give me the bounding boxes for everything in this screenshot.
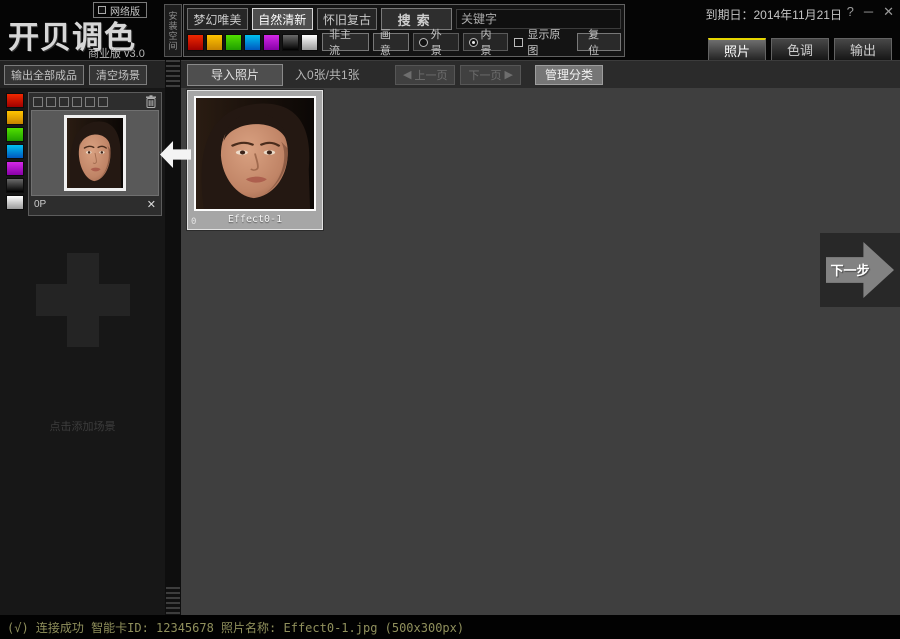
style-filter-panel: 梦幻唯美 自然清新 怀旧复古 搜索 非主流 画意 外景 内景 [183,4,625,57]
color-swatch-red[interactable] [6,93,24,108]
import-photos-button[interactable]: 导入照片 [187,64,283,86]
tag-button-painting[interactable]: 画意 [373,33,409,51]
main-tabs: 照片 色调 输出 [708,38,892,60]
show-original-checkbox[interactable] [514,38,523,47]
scene-card-header [29,93,161,110]
clear-scene-button[interactable]: 清空场景 [89,65,147,85]
photo-index-label: 0 [191,217,196,227]
radio-outdoor[interactable]: 外景 [413,33,459,51]
color-swatch-cyan[interactable] [244,34,261,51]
help-icon[interactable]: ? [847,4,854,20]
radio-indoor-label: 内景 [481,26,503,58]
trash-icon[interactable] [145,95,157,108]
titlebar: 网络版 开贝调色 商业版 v3.0 安装空间 梦幻唯美 自然清新 怀旧复古 搜索… [0,0,900,60]
scene-thumbnail-area[interactable] [31,110,159,196]
add-scene-area[interactable]: 点击添加场景 [0,228,165,458]
radio-outdoor-label: 外景 [431,26,453,58]
status-bar: (√) 连接成功 智能卡ID: 12345678 照片名称: Effect0-1… [0,615,900,639]
splitter-ridge-bottom [166,587,180,615]
scene-checkbox-2[interactable] [46,97,56,107]
color-swatch-black[interactable] [282,34,299,51]
add-scene-hint: 点击添加场景 [0,418,165,434]
prev-arrow-icon: ◀ [403,68,411,81]
color-swatch-orange[interactable] [6,110,24,125]
scene-toolbar: 输出全部成品 清空场景 [0,60,165,88]
photo-count-label: 入0张/共1张 [295,66,390,83]
expiry-date-label: 到期日：2014年11月21日 [705,6,842,23]
style-button-natural[interactable]: 自然清新 [252,8,313,30]
radio-indoor[interactable]: 内景 [463,33,509,51]
scene-checkbox-6[interactable] [98,97,108,107]
manage-categories-button[interactable]: 管理分类 [535,65,603,85]
color-swatch-orange[interactable] [206,34,223,51]
scene-panel: 0P ✕ [28,92,162,216]
color-swatch-black[interactable] [6,178,24,193]
plus-icon [36,253,130,347]
radio-outdoor-circle-icon [419,38,428,47]
tag-button-nonmainstream[interactable]: 非主流 [322,33,369,51]
splitter-ridge-top [166,60,180,88]
prev-page-button[interactable]: ◀ 上一页 [395,65,455,85]
edition-label: 商业版 v3.0 [88,45,145,61]
scene-checkbox-1[interactable] [33,97,43,107]
next-page-label: 下一页 [468,67,501,83]
show-original-toggle[interactable]: 显示原图 [512,33,573,51]
color-swatch-magenta[interactable] [6,161,24,176]
prev-page-label: 上一页 [414,67,447,83]
scene-card[interactable]: 0P ✕ [3,92,162,216]
radio-indoor-circle-icon [469,38,478,47]
color-swatch-white[interactable] [6,195,24,210]
output-all-button[interactable]: 输出全部成品 [4,65,84,85]
scene-checkbox-5[interactable] [85,97,95,107]
scene-thumbnail-photo[interactable] [64,115,126,191]
color-swatch-strip [187,34,318,51]
style-panel-vertical-tab[interactable]: 安装空间 [164,4,182,57]
app-window: 网络版 开贝调色 商业版 v3.0 安装空间 梦幻唯美 自然清新 怀旧复古 搜索… [0,0,900,639]
scene-card-footer: 0P ✕ [29,196,161,213]
photo-thumbnail[interactable] [194,96,316,211]
color-swatch-magenta[interactable] [263,34,280,51]
status-text: (√) 连接成功 智能卡ID: 12345678 照片名称: Effect0-1… [7,619,464,636]
scene-checkbox-3[interactable] [59,97,69,107]
color-swatch-cyan[interactable] [6,144,24,159]
photo-filename-label: Effect0-1 [194,211,316,228]
close-icon[interactable]: ✕ [883,4,894,20]
reset-button[interactable]: 复位 [577,33,621,51]
style-button-dreamy[interactable]: 梦幻唯美 [187,8,248,30]
scene-label: 0P [34,199,46,210]
window-controls: ? ─ ✕ [847,4,894,20]
scene-sidebar: 0P ✕ 点击添加场景 [0,88,165,615]
color-swatch-green[interactable] [225,34,242,51]
next-step-container: 下一步 [820,233,900,307]
tab-output[interactable]: 输出 [834,38,892,60]
show-original-label: 显示原图 [527,26,571,58]
color-swatch-white[interactable] [301,34,318,51]
scene-color-strip [6,93,26,210]
scene-checkbox-4[interactable] [72,97,82,107]
tab-color[interactable]: 色调 [771,38,829,60]
photo-grid-area: Effect0-1 0 下一步 [181,88,900,615]
next-step-label[interactable]: 下一步 [828,260,872,279]
scene-close-icon[interactable]: ✕ [147,198,156,211]
tab-photo[interactable]: 照片 [708,38,766,60]
color-swatch-green[interactable] [6,127,24,142]
photo-card-selected[interactable]: Effect0-1 0 [187,90,323,230]
photo-toolbar: 导入照片 入0张/共1张 ◀ 上一页 下一页 ▶ 管理分类 [181,60,900,88]
next-page-button[interactable]: 下一页 ▶ [460,65,520,85]
color-swatch-red[interactable] [187,34,204,51]
minimize-icon[interactable]: ─ [864,4,873,20]
next-arrow-icon: ▶ [504,68,512,81]
